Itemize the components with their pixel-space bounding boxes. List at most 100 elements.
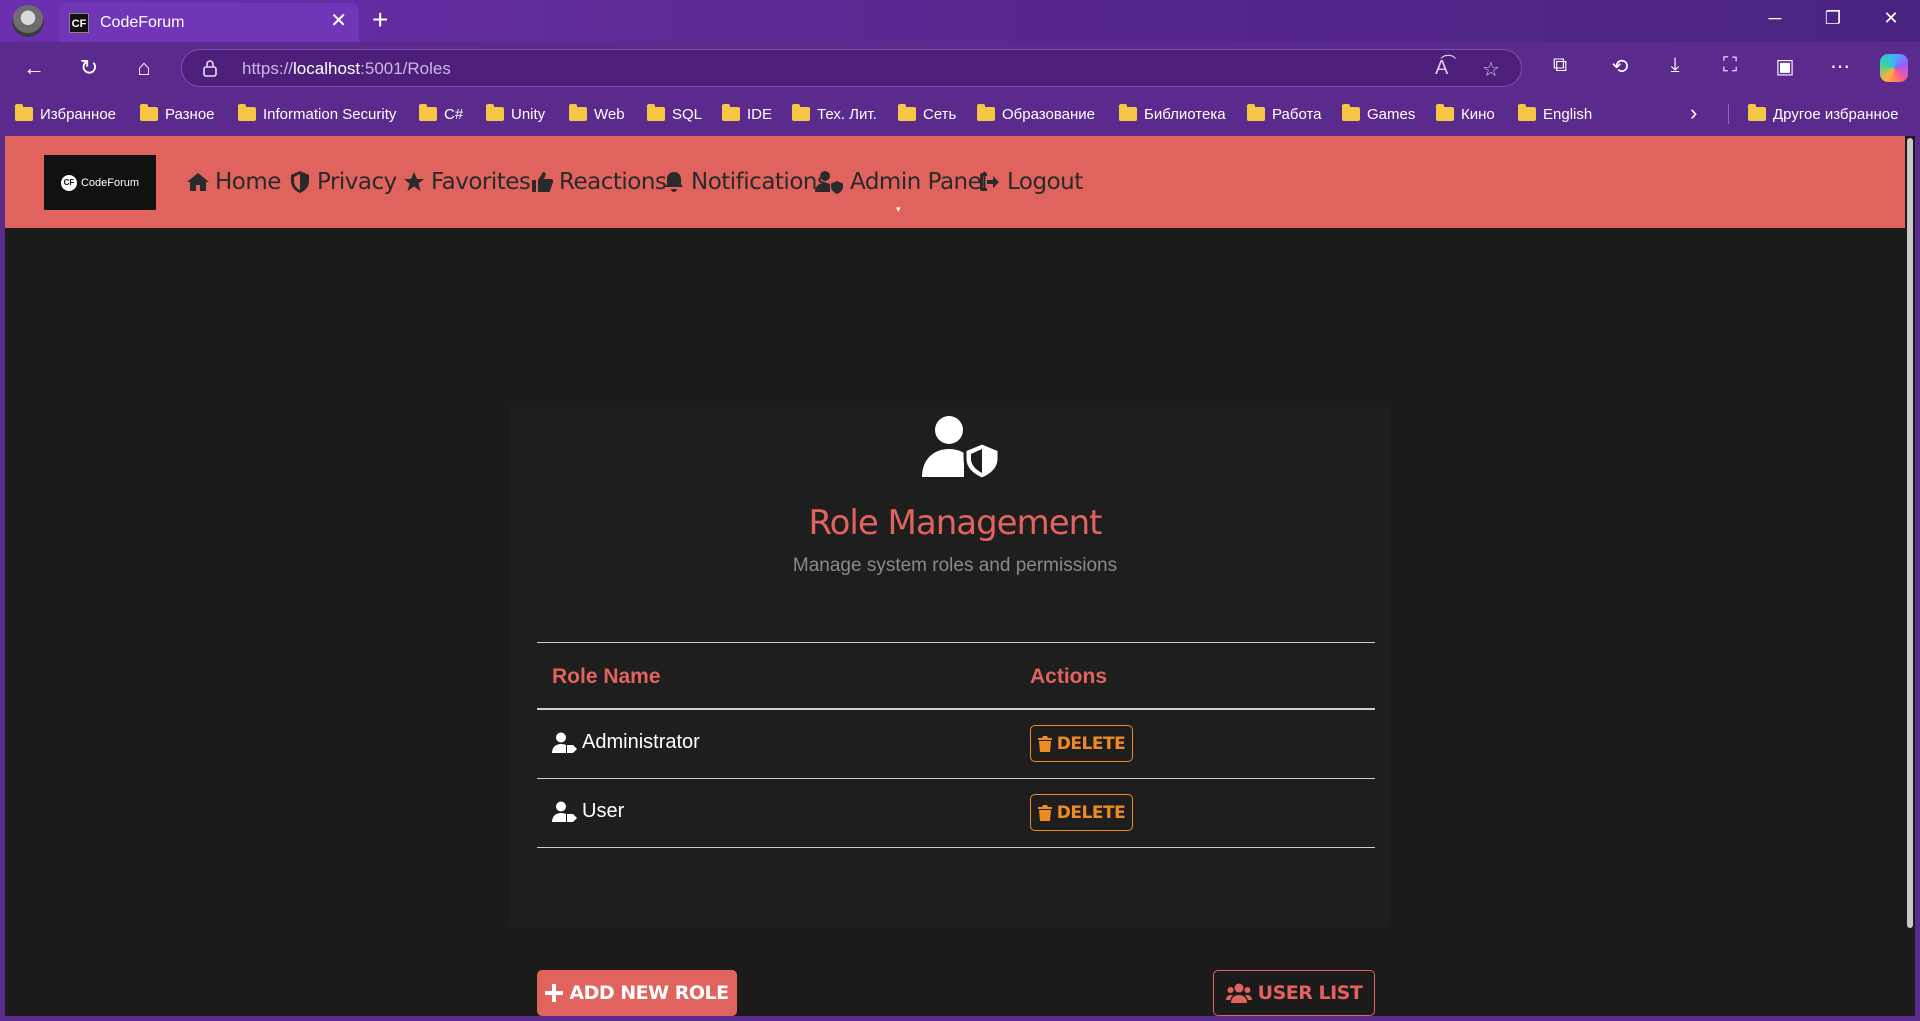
thumbs-up-icon [532, 172, 554, 192]
table-row: User DELETE [537, 779, 1375, 848]
favorite-star-icon[interactable]: ☆ [1482, 57, 1500, 82]
folder-icon [1119, 104, 1137, 121]
collections-icon[interactable]: ▣ [1770, 54, 1800, 79]
user-tag-icon [552, 732, 577, 753]
roles-table: Role Name Actions Administrator DELETE U… [537, 642, 1375, 848]
bookmark-folder[interactable]: IDE [722, 103, 772, 125]
logo-badge: CF [60, 174, 77, 191]
nav-reactions[interactable]: Reactions [530, 166, 667, 198]
bookmark-folder[interactable]: Тех. Лит. [792, 103, 877, 125]
nav-privacy[interactable]: Privacy [288, 166, 397, 198]
bookmark-folder[interactable]: C# [419, 103, 463, 125]
tab-close-icon[interactable]: ✕ [330, 11, 347, 31]
home-icon [187, 173, 209, 191]
nav-home[interactable]: Home [186, 166, 281, 198]
folder-icon [140, 104, 158, 121]
bookmark-folder[interactable]: Кино [1436, 103, 1495, 125]
back-icon[interactable]: ← [20, 54, 48, 82]
read-aloud-icon[interactable]: A͡ [1435, 57, 1448, 80]
bookmark-folder[interactable]: Разное [140, 103, 215, 125]
folder-icon [486, 104, 504, 121]
logo-text: CodeForum [80, 176, 140, 189]
delete-role-button[interactable]: DELETE [1030, 794, 1133, 831]
folder-icon [647, 104, 665, 121]
folder-icon [1436, 104, 1454, 121]
more-menu-icon[interactable]: ⋯ [1825, 54, 1855, 79]
site-logo[interactable]: CF CodeForum [44, 155, 156, 210]
bookmark-folder[interactable]: SQL [647, 103, 702, 125]
bookmark-folder[interactable]: Information Security [238, 103, 396, 125]
shield-icon [291, 171, 309, 193]
minimize-icon[interactable]: ─ [1752, 8, 1798, 29]
folder-icon [1342, 104, 1360, 121]
nav-admin-panel[interactable]: Admin Panel [815, 166, 988, 198]
logout-icon [980, 173, 999, 191]
role-name-cell: User [552, 800, 624, 823]
user-shield-icon [815, 171, 843, 194]
bookmark-folder[interactable]: Избранное [15, 103, 116, 125]
home-icon[interactable]: ⌂ [130, 54, 158, 82]
bookmarks-bar: Избранное Разное Information Security C#… [0, 94, 1920, 132]
restore-icon[interactable]: ❐ [1810, 8, 1856, 29]
folder-icon [419, 104, 437, 121]
nav-logout[interactable]: Logout [978, 166, 1083, 198]
user-shield-hero-icon [922, 416, 1001, 479]
folder-icon [792, 104, 810, 121]
folder-icon [1518, 104, 1536, 121]
folder-icon [722, 104, 740, 121]
copilot-icon[interactable] [1880, 54, 1908, 82]
user-tag-icon [552, 801, 577, 822]
bookmark-folder[interactable]: Unity [486, 103, 545, 125]
bookmark-folder[interactable]: English [1518, 103, 1592, 125]
trash-icon [1037, 804, 1052, 821]
bookmark-folder[interactable]: Работа [1247, 103, 1322, 125]
address-bar[interactable]: https://localhost:5001/Roles A͡ ☆ [181, 49, 1522, 87]
bookmark-folder[interactable]: Сеть [898, 103, 956, 125]
users-icon [1225, 983, 1252, 1003]
extensions-icon[interactable]: ⧉ [1545, 54, 1575, 77]
other-bookmarks-folder[interactable]: Другое избранное [1748, 103, 1898, 125]
browser-tab[interactable]: CF CodeForum ✕ [59, 3, 359, 42]
folder-icon [1748, 104, 1766, 121]
bookmarks-overflow-icon[interactable]: › [1690, 100, 1697, 126]
bookmark-folder[interactable]: Web [569, 103, 625, 125]
folder-icon [1247, 104, 1265, 121]
tab-favicon: CF [69, 13, 89, 33]
table-header: Role Name Actions [537, 642, 1375, 710]
add-new-role-button[interactable]: ADD NEW ROLE [537, 970, 737, 1016]
plus-icon [545, 984, 564, 1002]
new-tab-icon[interactable]: + [372, 6, 388, 34]
folder-icon [238, 104, 256, 121]
refresh-icon[interactable]: ↻ [75, 54, 103, 82]
scrollbar-thumb[interactable] [1907, 138, 1913, 928]
folder-icon [898, 104, 916, 121]
role-management-panel: Role Management Manage system roles and … [510, 407, 1390, 1016]
admin-dropdown-caret-icon[interactable]: ▾ [896, 204, 901, 215]
lock-icon [203, 60, 217, 77]
delete-role-button[interactable]: DELETE [1030, 725, 1133, 762]
site-navbar: CF CodeForum Home Privacy Favorites Reac… [5, 136, 1905, 228]
folder-icon [977, 104, 995, 121]
trash-icon [1037, 735, 1052, 752]
downloads-icon[interactable]: ⤓ [1660, 54, 1690, 77]
nav-favorites[interactable]: Favorites [402, 166, 531, 198]
browser-titlebar: CF CodeForum ✕ + ─ ❐ ✕ [0, 0, 1920, 42]
nav-notifications[interactable]: Notifications [662, 166, 829, 198]
user-list-button[interactable]: USER LIST [1213, 970, 1375, 1016]
table-row: Administrator DELETE [537, 710, 1375, 779]
folder-icon [569, 104, 587, 121]
bookmark-folder[interactable]: Games [1342, 103, 1415, 125]
page-viewport: CF CodeForum Home Privacy Favorites Reac… [5, 136, 1905, 1016]
page-scrollbar[interactable] [1905, 136, 1915, 1016]
bookmark-folder[interactable]: Образование [977, 103, 1095, 125]
bookmark-folder[interactable]: Библиотека [1119, 103, 1226, 125]
folder-icon [15, 104, 33, 121]
page-title: Role Management [808, 503, 1102, 543]
history-icon[interactable]: ⟲ [1605, 54, 1635, 79]
profile-avatar[interactable] [12, 5, 44, 37]
window-close-icon[interactable]: ✕ [1868, 8, 1914, 29]
role-name-cell: Administrator [552, 731, 700, 754]
tab-title: CodeForum [100, 14, 185, 31]
url-text: https://localhost:5001/Roles [242, 59, 451, 78]
screenshot-icon[interactable]: ⛶ [1715, 54, 1745, 77]
